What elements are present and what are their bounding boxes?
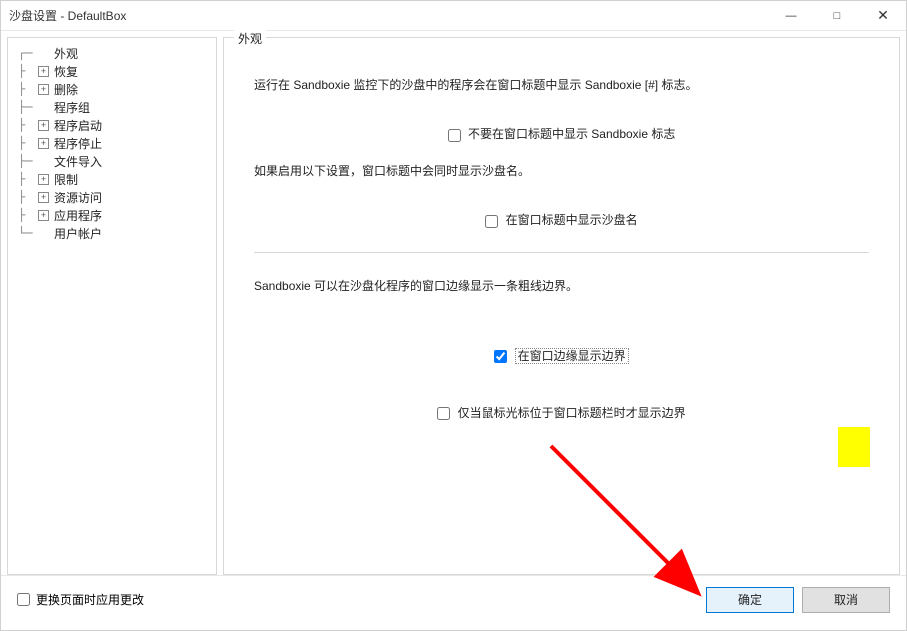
tree-label: 资源访问: [54, 189, 102, 206]
tree-connector: ├─: [18, 100, 38, 114]
tree-item-appearance[interactable]: ┌─ 外观: [12, 44, 212, 62]
groupbox-title: 外观: [234, 30, 266, 47]
titlebar: 沙盘设置 - DefaultBox — □ ✕: [1, 1, 906, 31]
checkbox-row-1: 不要在窗口标题中显示 Sandboxie 标志: [254, 125, 869, 142]
bottom-left: 更换页面时应用更改: [17, 591, 698, 608]
expand-icon[interactable]: +: [38, 174, 49, 185]
apply-on-change-checkbox[interactable]: [17, 593, 30, 606]
tree-label: 用户帐户: [54, 225, 102, 242]
checkbox-label-3: 在窗口边缘显示边界: [515, 348, 629, 364]
settings-tree: ┌─ 外观 ├ + 恢复 ├ + 删除 ├─ 程序组 ├ +: [12, 44, 212, 242]
tree-label: 应用程序: [54, 207, 102, 224]
checkbox-hide-title-indicator[interactable]: 不要在窗口标题中显示 Sandboxie 标志: [448, 127, 676, 141]
expand-icon[interactable]: +: [38, 66, 49, 77]
tree-noexpand: [38, 102, 49, 113]
checkbox-label-2: 在窗口标题中显示沙盘名: [506, 213, 638, 227]
checkbox-show-box-name[interactable]: 在窗口标题中显示沙盘名: [485, 213, 637, 227]
tree-noexpand: [38, 48, 49, 59]
expand-icon[interactable]: +: [38, 84, 49, 95]
tree-label: 限制: [54, 171, 78, 188]
minimize-button[interactable]: —: [768, 1, 814, 31]
checkbox-input-1[interactable]: [448, 129, 461, 142]
checkbox-input-4[interactable]: [437, 407, 450, 420]
tree-connector: ├: [18, 190, 38, 204]
tree-item-file-import[interactable]: ├─ 文件导入: [12, 152, 212, 170]
tree-connector: ├: [18, 172, 38, 186]
tree-connector: ├: [18, 118, 38, 132]
tree-item-delete[interactable]: ├ + 删除: [12, 80, 212, 98]
sidebar: ┌─ 外观 ├ + 恢复 ├ + 删除 ├─ 程序组 ├ +: [7, 37, 217, 575]
tree-label: 删除: [54, 81, 78, 98]
checkbox-input-2[interactable]: [485, 215, 498, 228]
maximize-button[interactable]: □: [814, 1, 860, 31]
checkbox-input-3[interactable]: [494, 350, 507, 363]
tree-noexpand: [38, 228, 49, 239]
tree-connector: ├: [18, 136, 38, 150]
tree-noexpand: [38, 156, 49, 167]
tree-connector: ├: [18, 64, 38, 78]
description-2: 如果启用以下设置，窗口标题中会同时显示沙盘名。: [254, 162, 869, 181]
tree-item-program-group[interactable]: ├─ 程序组: [12, 98, 212, 116]
tree-item-program-start[interactable]: ├ + 程序启动: [12, 116, 212, 134]
tree-item-program-stop[interactable]: ├ + 程序停止: [12, 134, 212, 152]
tree-label: 文件导入: [54, 153, 102, 170]
expand-icon[interactable]: +: [38, 138, 49, 149]
window-buttons: — □ ✕: [768, 1, 906, 31]
checkbox-show-border[interactable]: 在窗口边缘显示边界: [494, 349, 628, 363]
tree-label: 程序停止: [54, 135, 102, 152]
tree-item-recovery[interactable]: ├ + 恢复: [12, 62, 212, 80]
checkbox-row-4: 仅当鼠标光标位于窗口标题栏时才显示边界: [254, 404, 869, 421]
checkbox-border-on-hover[interactable]: 仅当鼠标光标位于窗口标题栏时才显示边界: [437, 406, 685, 420]
tree-label: 恢复: [54, 63, 78, 80]
tree-label: 外观: [54, 45, 78, 62]
cancel-button[interactable]: 取消: [802, 587, 890, 613]
tree-item-user-accounts[interactable]: └─ 用户帐户: [12, 224, 212, 242]
bottom-bar: 更换页面时应用更改 确定 取消: [1, 575, 906, 623]
apply-on-change-label: 更换页面时应用更改: [36, 591, 144, 608]
annotation-highlight-box: [838, 427, 870, 467]
appearance-groupbox: 外观 运行在 Sandboxie 监控下的沙盘中的程序会在窗口标题中显示 San…: [223, 37, 900, 575]
tree-item-resource-access[interactable]: ├ + 资源访问: [12, 188, 212, 206]
tree-connector: ┌─: [18, 46, 38, 60]
ok-button[interactable]: 确定: [706, 587, 794, 613]
description-3: Sandboxie 可以在沙盘化程序的窗口边缘显示一条粗线边界。: [254, 277, 869, 296]
main-area: ┌─ 外观 ├ + 恢复 ├ + 删除 ├─ 程序组 ├ +: [1, 31, 906, 575]
tree-connector: ├─: [18, 154, 38, 168]
close-button[interactable]: ✕: [860, 1, 906, 31]
checkbox-row-2: 在窗口标题中显示沙盘名: [254, 211, 869, 228]
expand-icon[interactable]: +: [38, 192, 49, 203]
tree-item-restrictions[interactable]: ├ + 限制: [12, 170, 212, 188]
checkbox-row-3: 在窗口边缘显示边界: [254, 347, 869, 364]
tree-connector: └─: [18, 226, 38, 240]
tree-label: 程序启动: [54, 117, 102, 134]
checkbox-label-1: 不要在窗口标题中显示 Sandboxie 标志: [468, 127, 675, 141]
divider: [254, 252, 869, 253]
window-title: 沙盘设置 - DefaultBox: [9, 7, 768, 24]
tree-connector: ├: [18, 82, 38, 96]
expand-icon[interactable]: +: [38, 120, 49, 131]
tree-label: 程序组: [54, 99, 90, 116]
expand-icon[interactable]: +: [38, 210, 49, 221]
content-panel: 外观 运行在 Sandboxie 监控下的沙盘中的程序会在窗口标题中显示 San…: [223, 37, 900, 575]
description-1: 运行在 Sandboxie 监控下的沙盘中的程序会在窗口标题中显示 Sandbo…: [254, 76, 869, 95]
tree-connector: ├: [18, 208, 38, 222]
tree-item-applications[interactable]: ├ + 应用程序: [12, 206, 212, 224]
checkbox-label-4: 仅当鼠标光标位于窗口标题栏时才显示边界: [458, 406, 686, 420]
